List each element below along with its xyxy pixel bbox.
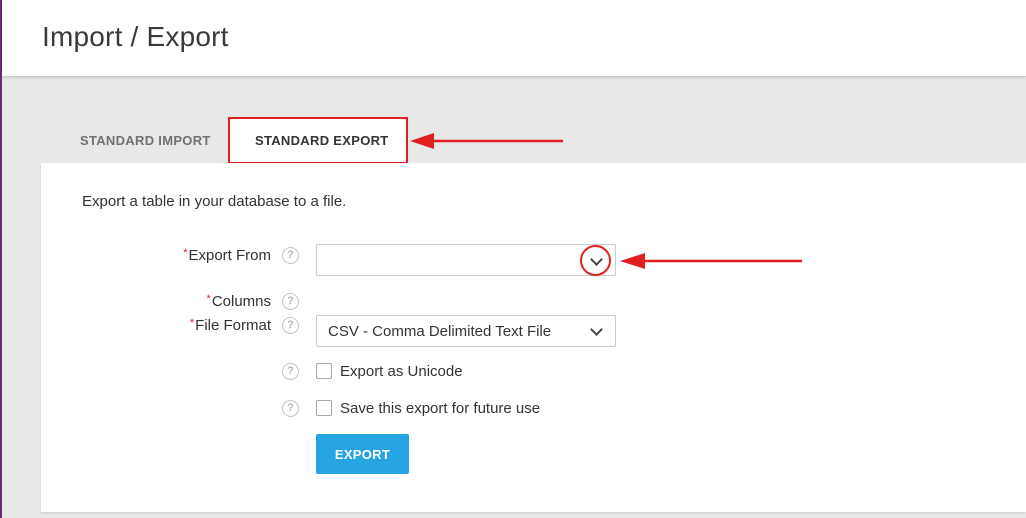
file-format-label: *File Format	[71, 317, 271, 334]
save-export-checkbox[interactable]	[316, 400, 332, 416]
panel-intro-text: Export a table in your database to a fil…	[82, 193, 347, 210]
columns-label: *Columns	[71, 293, 271, 310]
question-circle-icon[interactable]: ?	[282, 293, 299, 310]
annotation-arrow-dropdown	[620, 253, 802, 269]
tab-standard-export[interactable]: STANDARD EXPORT	[255, 133, 389, 148]
dropdown-highlight-annotation	[580, 245, 611, 276]
columns-label-text: Columns	[211, 293, 271, 310]
export-unicode-checkbox[interactable]	[316, 363, 332, 379]
question-circle-icon[interactable]: ?	[282, 400, 299, 417]
annotation-arrow-tab	[410, 133, 563, 149]
save-export-label[interactable]: Save this export for future use	[340, 400, 540, 417]
tab-standard-import[interactable]: STANDARD IMPORT	[80, 133, 211, 148]
question-circle-icon[interactable]: ?	[282, 317, 299, 334]
window-left-edge	[0, 0, 2, 518]
export-from-label: *Export From	[71, 247, 271, 264]
required-mark: *	[189, 317, 195, 329]
question-circle-icon[interactable]: ?	[282, 363, 299, 380]
export-unicode-label[interactable]: Export as Unicode	[340, 363, 463, 380]
file-format-select[interactable]: CSV - Comma Delimited Text File	[316, 315, 616, 347]
file-format-label-text: File Format	[195, 317, 271, 334]
export-from-label-text: Export From	[188, 247, 271, 264]
export-button[interactable]: EXPORT	[316, 434, 409, 474]
required-mark: *	[183, 247, 188, 259]
chevron-down-icon	[590, 323, 603, 336]
export-from-select[interactable]	[316, 244, 616, 276]
page-title: Import / Export	[42, 21, 229, 52]
page-header: Import / Export	[2, 0, 1026, 77]
question-circle-icon[interactable]: ?	[282, 247, 299, 264]
file-format-value: CSV - Comma Delimited Text File	[328, 323, 552, 340]
required-mark: *	[206, 293, 211, 305]
